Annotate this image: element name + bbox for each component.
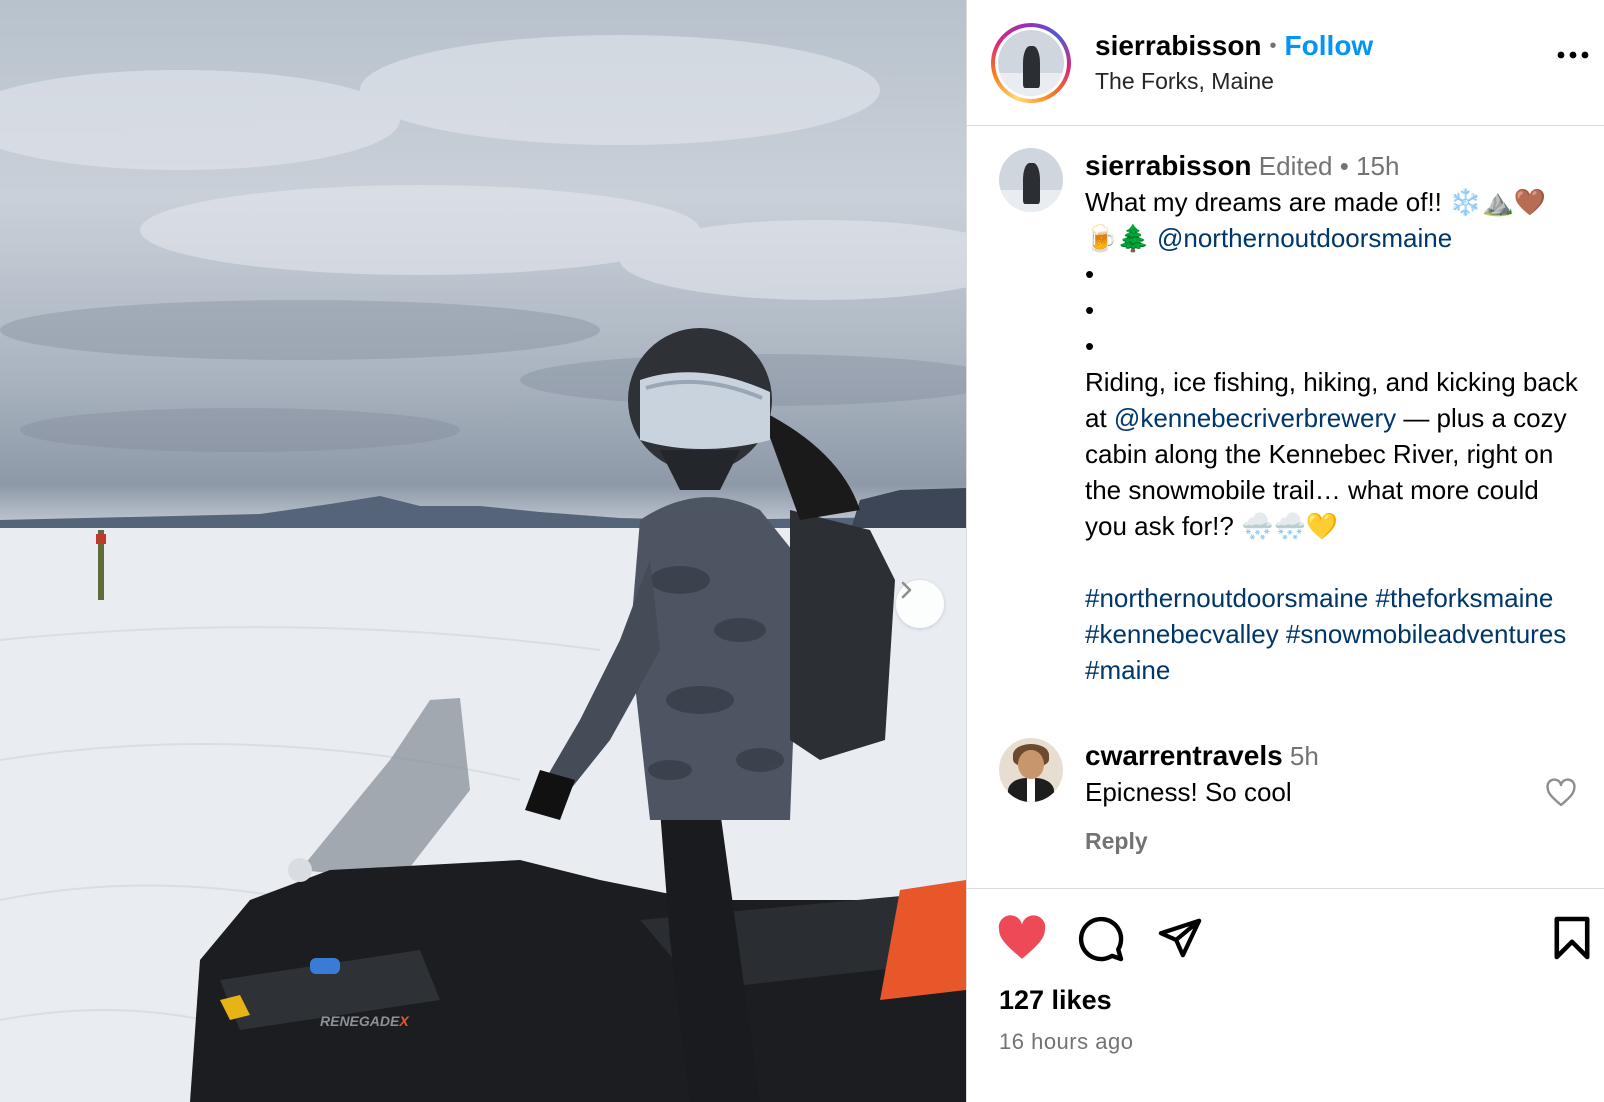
paper-plane-icon bbox=[1158, 918, 1202, 958]
caption-dot: • bbox=[1085, 331, 1095, 361]
bookmark-icon bbox=[1554, 916, 1590, 960]
hashtag-links[interactable]: #northernoutdoorsmaine #theforksmaine #k… bbox=[1085, 580, 1585, 688]
comment-bubble-icon bbox=[1078, 916, 1124, 962]
comment-like-button[interactable] bbox=[1545, 778, 1577, 813]
post-location[interactable]: The Forks, Maine bbox=[1095, 68, 1274, 95]
commenter-avatar[interactable] bbox=[999, 738, 1063, 802]
mention-link[interactable]: @kennebecriverbrewery bbox=[1114, 403, 1396, 433]
avatar bbox=[999, 148, 1063, 212]
post-actions: 127 likes 16 hours ago bbox=[967, 888, 1604, 1102]
photo-illustration: RENEGADEX bbox=[0, 35, 966, 1102]
next-photo-button[interactable] bbox=[896, 580, 944, 628]
more-horizontal-icon bbox=[1557, 51, 1589, 59]
comment-text: Epicness! So cool bbox=[1085, 777, 1292, 807]
more-options-button[interactable] bbox=[1557, 46, 1589, 64]
heart-outline-icon bbox=[1546, 778, 1576, 807]
post-timestamp[interactable]: 16 hours ago bbox=[999, 1029, 1133, 1055]
separator-dot: • bbox=[1269, 34, 1277, 57]
heart-filled-icon bbox=[998, 915, 1046, 959]
post-photo[interactable]: RENEGADEX bbox=[0, 0, 966, 1102]
story-ring[interactable] bbox=[991, 23, 1071, 103]
comment-button[interactable] bbox=[1077, 915, 1125, 968]
save-button[interactable] bbox=[1553, 915, 1591, 966]
avatar bbox=[999, 738, 1063, 802]
separator-dot: • bbox=[1339, 151, 1349, 181]
caption-emoji: 🍺🌲 bbox=[1085, 223, 1157, 253]
post-author-username[interactable]: sierrabisson bbox=[1095, 30, 1262, 62]
avatar bbox=[998, 30, 1064, 96]
caption-time: 15h bbox=[1356, 151, 1400, 181]
comment-time: 5h bbox=[1289, 741, 1319, 771]
share-button[interactable] bbox=[1157, 915, 1203, 966]
likes-count[interactable]: 127 likes bbox=[999, 985, 1112, 1016]
mention-link[interactable]: @northernoutdoorsmaine bbox=[1157, 223, 1452, 253]
follow-button[interactable]: Follow bbox=[1285, 30, 1374, 62]
comment: cwarrentravels 5h Epicness! So cool bbox=[1085, 738, 1555, 810]
post-header: sierrabisson • Follow The Forks, Maine bbox=[967, 0, 1604, 126]
brand-text: RENEGADEX bbox=[320, 1013, 410, 1029]
post-side-panel: sierrabisson • Follow The Forks, Maine s… bbox=[966, 0, 1604, 1102]
caption-author-avatar[interactable] bbox=[999, 148, 1063, 212]
like-button[interactable] bbox=[997, 915, 1047, 966]
commenter-username[interactable]: cwarrentravels bbox=[1085, 740, 1283, 771]
caption-dot: • bbox=[1085, 295, 1095, 325]
caption-dot: • bbox=[1085, 259, 1095, 289]
chevron-right-icon bbox=[901, 581, 912, 599]
edited-label: Edited bbox=[1258, 151, 1333, 181]
post-caption: sierrabisson Edited • 15h What my dreams… bbox=[1085, 148, 1585, 688]
reply-button[interactable]: Reply bbox=[1085, 828, 1148, 855]
caption-line-1: What my dreams are made of!! ❄️⛰️🤎 bbox=[1085, 187, 1547, 217]
caption-username[interactable]: sierrabisson bbox=[1085, 150, 1252, 181]
